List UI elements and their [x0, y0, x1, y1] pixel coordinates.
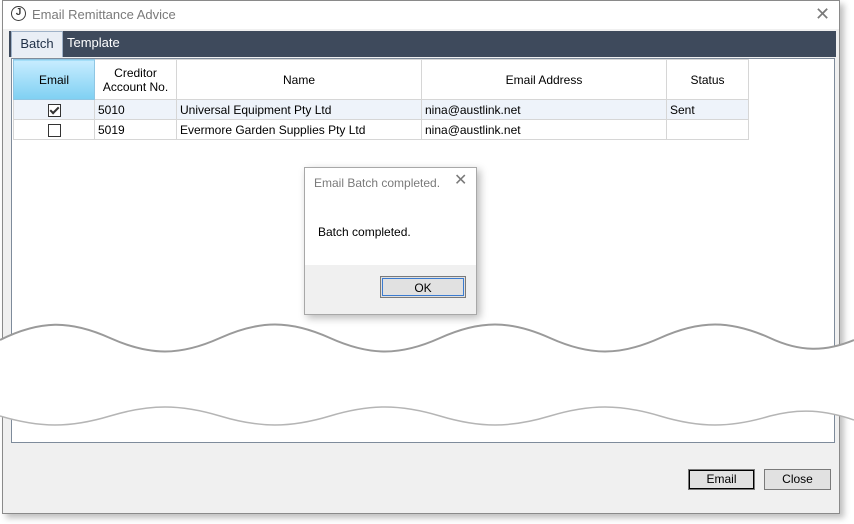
dialog-close-icon[interactable]: ✕ — [454, 173, 467, 189]
ok-button[interactable]: OK — [380, 276, 466, 298]
dialog-footer: OK — [305, 265, 476, 314]
batch-completed-dialog: Email Batch completed. ✕ Batch completed… — [304, 167, 477, 315]
dialog-title: Email Batch completed. — [314, 176, 441, 190]
email-button[interactable]: Email — [688, 469, 755, 490]
close-button[interactable]: Close — [764, 469, 831, 490]
dialog-message: Batch completed. — [318, 225, 411, 239]
